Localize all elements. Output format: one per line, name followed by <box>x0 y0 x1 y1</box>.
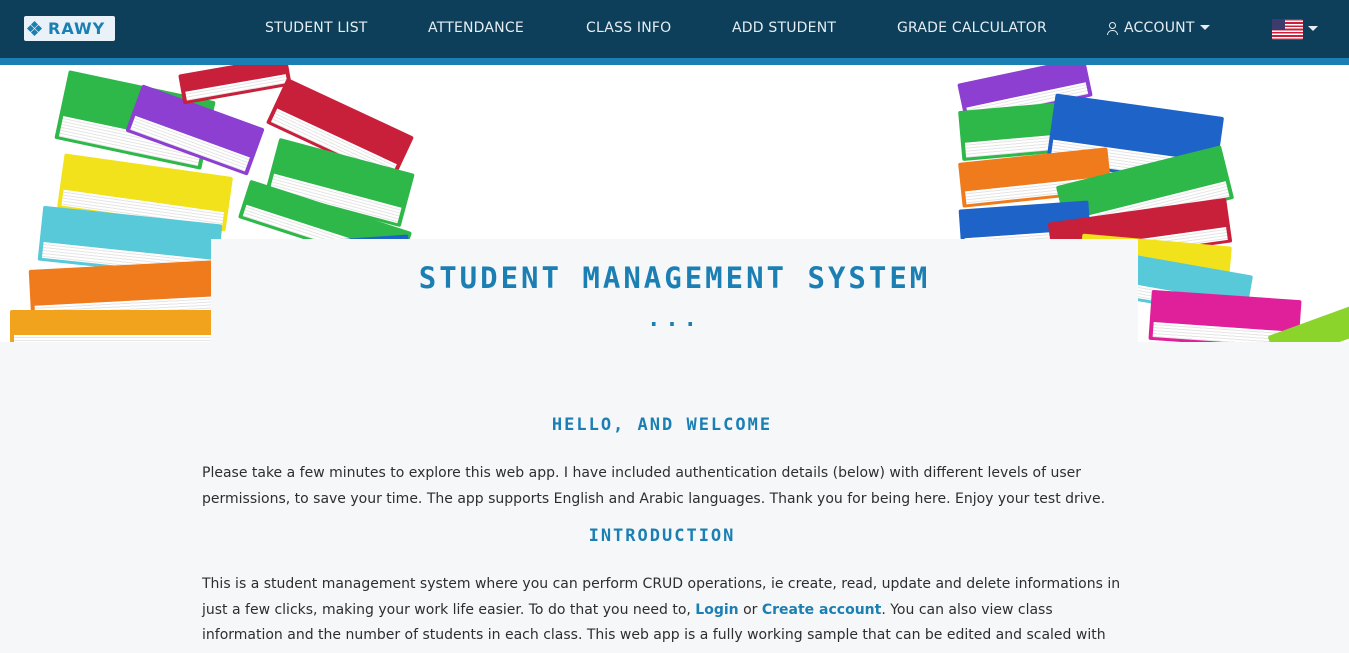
hero-title-panel: STUDENT MANAGEMENT SYSTEM ... <box>211 239 1138 342</box>
create-account-link[interactable]: Create account <box>762 602 881 618</box>
introduction-heading: INTRODUCTION <box>588 526 736 546</box>
introduction-text: This is a student management system wher… <box>202 572 1127 653</box>
caret-down-icon <box>1308 26 1318 31</box>
diamond-grid-icon <box>26 20 43 36</box>
account-label: ACCOUNT <box>1124 20 1195 36</box>
nav-attendance[interactable]: ATTENDANCE <box>428 20 524 36</box>
title-dots: ... <box>647 307 702 332</box>
welcome-text: Please take a few minutes to explore thi… <box>202 465 1106 507</box>
site-title: STUDENT MANAGEMENT SYSTEM <box>418 261 931 295</box>
language-selector[interactable] <box>1272 19 1318 40</box>
nav-grade-calculator[interactable]: GRADE CALCULATOR <box>897 20 1047 36</box>
nav-add-student[interactable]: ADD STUDENT <box>732 20 836 36</box>
navbar-accent-stripe <box>0 58 1349 65</box>
user-icon <box>1106 21 1119 35</box>
nav-class-info[interactable]: CLASS INFO <box>586 20 671 36</box>
us-flag-icon <box>1272 19 1303 40</box>
login-link[interactable]: Login <box>695 602 738 618</box>
brand-logo[interactable]: RAWY <box>24 16 115 41</box>
brand-name: RAWY <box>48 19 106 38</box>
nav-student-list[interactable]: STUDENT LIST <box>265 20 368 36</box>
top-navbar: RAWY STUDENT LIST ATTENDANCE CLASS INFO … <box>0 0 1349 58</box>
intro-or-text: or <box>738 601 762 618</box>
welcome-heading: HELLO, AND WELCOME <box>551 415 773 435</box>
account-dropdown[interactable]: ACCOUNT <box>1106 20 1210 36</box>
caret-down-icon <box>1199 24 1210 30</box>
